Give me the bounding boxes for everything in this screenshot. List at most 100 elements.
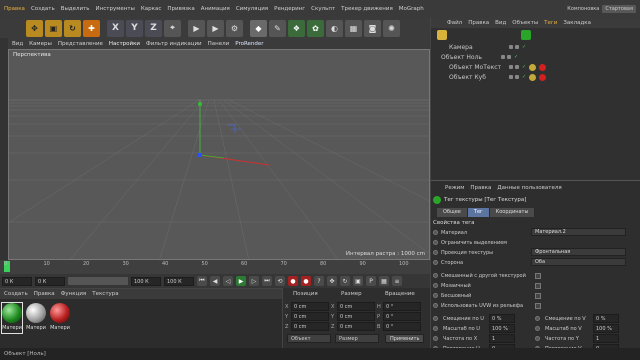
material-menu-item[interactable]: Функция — [61, 291, 87, 297]
animate-radio[interactable] — [433, 293, 438, 298]
current-frame-field[interactable]: 0 К — [35, 276, 65, 286]
record-icon[interactable]: ● — [288, 276, 298, 286]
object-row[interactable]: Объект Ноль ✓ — [431, 52, 640, 62]
prev-frame-icon[interactable]: ◁ — [223, 276, 233, 286]
checkbox[interactable] — [535, 302, 541, 309]
uv-value[interactable]: 0 % — [593, 314, 619, 323]
attribute-value[interactable]: Материал.2 — [531, 228, 626, 236]
z-axis-lock-button[interactable]: Z — [145, 19, 162, 37]
attribute-menu-item[interactable]: Режим — [445, 185, 464, 191]
material-swatch[interactable]: Матери — [49, 302, 71, 334]
selected-object-icon[interactable] — [437, 30, 447, 40]
attribute-value[interactable] — [531, 238, 626, 246]
uv-value[interactable]: 100 % — [489, 324, 515, 333]
attribute-value[interactable]: Фронтальная — [531, 248, 626, 256]
tag-icon[interactable] — [529, 73, 537, 81]
attribute-tab[interactable]: Координаты — [489, 208, 536, 217]
menu-item[interactable]: Рендеринг — [274, 6, 305, 12]
apply-button[interactable]: Применить — [385, 334, 425, 343]
menu-item[interactable]: Скульпт — [311, 6, 335, 12]
visibility-editor-dot[interactable] — [501, 55, 505, 59]
animate-radio[interactable] — [535, 336, 540, 341]
tag-icon[interactable] — [539, 73, 547, 81]
viewport-menu-item[interactable]: Настройки — [109, 41, 140, 47]
object-row[interactable]: Камера ✓ — [431, 42, 640, 52]
menu-item[interactable]: Правка — [4, 6, 25, 12]
animate-radio[interactable] — [433, 336, 438, 341]
animate-radio[interactable] — [433, 273, 438, 278]
checkbox[interactable] — [535, 272, 541, 279]
render-picture-viewer-icon[interactable]: ▶ — [207, 19, 224, 37]
menu-item[interactable]: Каркас — [141, 6, 161, 12]
object-menu-item[interactable]: Закладка — [563, 20, 591, 26]
animate-radio[interactable] — [433, 260, 438, 265]
coord-size-dropdown[interactable]: Размер — [335, 334, 379, 343]
object-menu-item[interactable]: Файл — [447, 20, 462, 26]
end-frame-field[interactable]: 100 К — [131, 276, 161, 286]
keyframe-selection-icon[interactable]: ? — [314, 276, 324, 286]
material-menu-item[interactable]: Текстура — [92, 291, 118, 297]
rotation-h-field[interactable]: 0 ° — [383, 302, 421, 311]
visibility-editor-dot[interactable] — [509, 45, 513, 49]
material-menu-item[interactable]: Правка — [34, 291, 55, 297]
object-menu-item[interactable]: Теги — [544, 20, 557, 26]
scale-tool-icon[interactable]: ▣ — [45, 19, 62, 37]
viewport-menu-item[interactable]: ProRender — [235, 41, 263, 47]
visibility-render-dot[interactable] — [507, 55, 511, 59]
viewport-menu-item[interactable]: Камеры — [29, 41, 52, 47]
pla-key-icon[interactable]: ▦ — [379, 276, 389, 286]
go-end-icon[interactable]: ⏭ — [262, 276, 272, 286]
rotation-b-field[interactable]: 0 ° — [383, 322, 421, 331]
rotation-key-icon[interactable]: ↻ — [340, 276, 350, 286]
attribute-menu-item[interactable]: Правка — [470, 185, 491, 191]
size-z-field[interactable]: 0 cm — [337, 322, 375, 331]
position-y-field[interactable]: 0 cm — [291, 312, 329, 321]
menu-item[interactable]: Инструменты — [96, 6, 135, 12]
menu-item[interactable]: Трекер движения — [341, 6, 393, 12]
material-swatch[interactable]: Матери — [25, 302, 47, 334]
object-menu-item[interactable]: Объекты — [512, 20, 538, 26]
material-menu-item[interactable]: Создать — [4, 291, 28, 297]
position-z-field[interactable]: 0 cm — [291, 322, 329, 331]
visibility-render-dot[interactable] — [515, 65, 519, 69]
preview-range-slider[interactable] — [68, 277, 128, 285]
coord-mode-dropdown[interactable]: Объект — [287, 334, 331, 343]
checkbox[interactable] — [535, 282, 541, 289]
menu-item[interactable]: Привязка — [167, 6, 194, 12]
animate-radio[interactable] — [433, 316, 438, 321]
object-row[interactable]: Объект MoТекст ✓ — [431, 62, 640, 72]
rotation-p-field[interactable]: 0 ° — [383, 312, 421, 321]
position-x-field[interactable]: 0 cm — [291, 302, 329, 311]
attribute-value[interactable]: Оба — [531, 258, 626, 266]
viewport-menu-item[interactable]: Представление — [58, 41, 103, 47]
array-generator-icon[interactable]: ✿ — [307, 19, 324, 37]
uv-value[interactable]: 1 — [489, 334, 515, 343]
object-menu-item[interactable]: Вид — [495, 20, 506, 26]
timeline-ruler[interactable]: 0 10 20 30 40 50 60 70 80 90 100 — [0, 260, 430, 274]
x-axis-lock-button[interactable]: X — [107, 19, 124, 37]
menu-item[interactable]: Симуляция — [236, 6, 268, 12]
layout-dropdown[interactable]: Стартовая — [602, 5, 636, 13]
enabled-check-icon[interactable]: ✓ — [514, 54, 518, 60]
object-row[interactable]: Объект Куб ✓ — [431, 72, 640, 82]
size-y-field[interactable]: 0 cm — [337, 312, 375, 321]
timeline-menu-icon[interactable]: ≡ — [392, 276, 402, 286]
render-view-icon[interactable]: ▶ — [188, 19, 205, 37]
animate-radio[interactable] — [433, 283, 438, 288]
prev-key-icon[interactable]: ◀ — [210, 276, 220, 286]
perspective-viewport[interactable]: Перспектива Интервал растра : 1000 cm — [8, 49, 430, 260]
checkbox[interactable] — [535, 292, 541, 299]
param-key-icon[interactable]: P — [366, 276, 376, 286]
rotate-tool-icon[interactable]: ↻ — [64, 19, 81, 37]
viewport-menu-item[interactable]: Вид — [12, 41, 23, 47]
position-key-icon[interactable]: ✥ — [327, 276, 337, 286]
size-x-field[interactable]: 0 cm — [337, 302, 375, 311]
cube-icon[interactable]: ◆ — [250, 19, 267, 37]
menu-item[interactable]: Выделить — [61, 6, 90, 12]
play-icon[interactable]: ▶ — [236, 276, 246, 286]
animate-radio[interactable] — [433, 240, 438, 245]
attribute-menu-item[interactable]: Данные пользователя — [497, 185, 561, 191]
animate-radio[interactable] — [535, 326, 540, 331]
animate-radio[interactable] — [433, 303, 438, 308]
enabled-check-icon[interactable]: ✓ — [522, 74, 526, 80]
